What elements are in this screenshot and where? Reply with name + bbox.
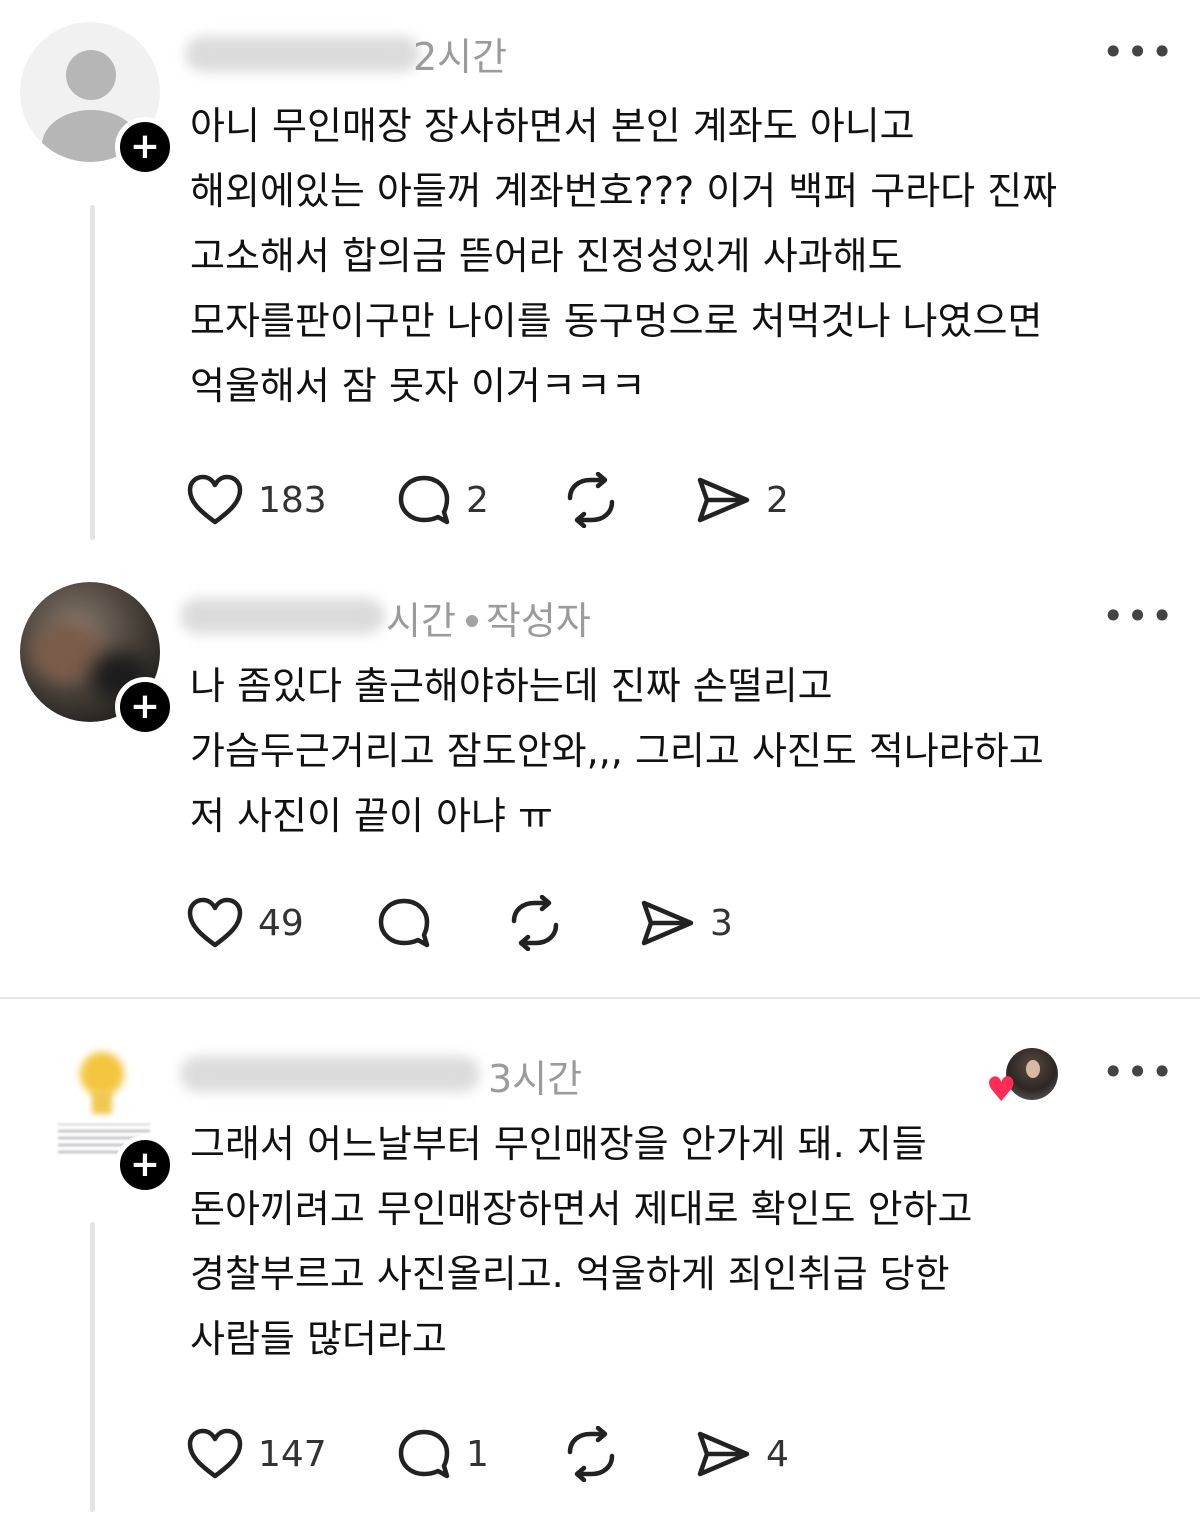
share-button[interactable]: 3	[638, 893, 733, 953]
lightbulb-illustration	[92, 1090, 112, 1114]
post-text-line: 돈아끼려고 무인매장하면서 제대로 확인도 안하고	[190, 1187, 973, 1231]
like-count: 147	[258, 1433, 327, 1475]
follow-plus-icon[interactable]: +	[115, 1135, 175, 1195]
share-count: 2	[766, 479, 789, 521]
username-blurred[interactable]	[185, 36, 420, 72]
post-text-line: 저 사진이 끝이 아냐 ㅠ	[190, 794, 553, 838]
post-text-line: 그래서 어느날부터 무인매장을 안가게 돼. 지들	[190, 1122, 927, 1166]
more-icon[interactable]: •••	[1102, 594, 1175, 638]
post-text: 그래서 어느날부터 무인매장을 안가게 돼. 지들 돈아끼려고 무인매장하면서 …	[190, 1112, 1190, 1372]
timestamp: 2시간	[413, 35, 508, 79]
author-avatar-container[interactable]: +	[20, 1040, 175, 1195]
repost-button[interactable]	[562, 470, 634, 530]
share-icon	[697, 477, 750, 523]
repost-button[interactable]	[562, 1424, 634, 1484]
post-text-line: 모자를판이구만 나이를 동구멍으로 처먹것나 나였으면	[190, 299, 1043, 343]
thread-line	[90, 1222, 95, 1512]
username-blurred[interactable]	[180, 1056, 480, 1092]
comment-icon	[398, 475, 450, 525]
timestamp: 3시간	[488, 1057, 583, 1101]
share-count: 3	[710, 902, 733, 944]
heart-icon	[187, 1428, 243, 1479]
reply-count: 1	[466, 1433, 489, 1475]
post-meta: 3시간	[488, 1048, 582, 1103]
post-text-line: 나 좀있다 출근해야하는데 진짜 손떨리고	[190, 664, 833, 708]
share-button[interactable]: 4	[694, 1424, 789, 1484]
comment-icon	[378, 898, 430, 948]
post-divider	[0, 997, 1200, 999]
liked-heart-icon: ♥	[986, 1070, 1017, 1110]
post-2: + 시간 작성자 ••• 나 좀있다 출근해야하는데 진짜 손떨리고 가슴두근거리…	[0, 560, 1200, 998]
share-icon	[697, 1431, 750, 1477]
post-text-line: 경찰부르고 사진올리고. 억울하게 죄인취급 당한	[190, 1252, 950, 1296]
repost-icon	[511, 895, 559, 951]
post-text-line: 고소해서 합의금 뜯어라 진정성있게 사과해도	[190, 234, 903, 278]
post-text: 아니 무인매장 장사하면서 본인 계좌도 아니고 해외에있는 아들꺼 계좌번호?…	[190, 94, 1190, 419]
repost-button[interactable]	[506, 893, 578, 953]
separator-dot	[465, 614, 478, 627]
reply-button[interactable]	[376, 893, 446, 953]
post-text-line: 가슴두근거리고 잠도안와,,, 그리고 사진도 적나라하고	[190, 729, 1044, 773]
default-avatar-head	[66, 50, 116, 100]
follow-plus-icon[interactable]: +	[115, 677, 175, 737]
author-avatar-container[interactable]: +	[20, 582, 175, 737]
comment-icon	[398, 1429, 450, 1479]
timestamp: 시간	[386, 599, 456, 643]
reply-button[interactable]: 1	[396, 1424, 489, 1484]
thread-line	[90, 205, 95, 540]
post-text-line: 억울해서 잠 못자 이거ㅋㅋㅋ	[190, 364, 646, 408]
share-count: 4	[766, 1433, 789, 1475]
post-meta: 시간 작성자	[386, 590, 591, 645]
author-tag: 작성자	[485, 599, 591, 643]
author-avatar-container[interactable]: +	[20, 22, 175, 177]
post-meta: 2시간	[413, 26, 507, 81]
more-icon[interactable]: •••	[1102, 30, 1175, 74]
avatar-photo-detail	[1026, 1060, 1040, 1078]
reply-count: 2	[466, 479, 489, 521]
heart-icon	[187, 897, 243, 948]
username-blurred[interactable]	[180, 598, 385, 634]
repost-icon	[567, 472, 615, 528]
like-button[interactable]: 183	[186, 470, 327, 530]
post-text-line: 사람들 많더라고	[190, 1317, 447, 1361]
post-1: + 2시간 ••• 아니 무인매장 장사하면서 본인 계좌도 아니고 해외에있는…	[0, 0, 1200, 560]
post-text-line: 해외에있는 아들꺼 계좌번호??? 이거 백퍼 구라다 진짜	[190, 169, 1058, 213]
more-icon[interactable]: •••	[1102, 1050, 1175, 1094]
like-button[interactable]: 147	[186, 1424, 327, 1484]
reply-button[interactable]: 2	[396, 470, 489, 530]
like-button[interactable]: 49	[186, 893, 304, 953]
post-text: 나 좀있다 출근해야하는데 진짜 손떨리고 가슴두근거리고 잠도안와,,, 그리…	[190, 654, 1190, 849]
share-icon	[641, 900, 694, 946]
repost-icon	[567, 1426, 615, 1482]
like-count: 183	[258, 479, 327, 521]
heart-icon	[187, 474, 243, 525]
follow-plus-icon[interactable]: +	[115, 117, 175, 177]
post-text-line: 아니 무인매장 장사하면서 본인 계좌도 아니고	[190, 104, 915, 148]
like-count: 49	[258, 902, 304, 944]
share-button[interactable]: 2	[694, 470, 789, 530]
post-3: + 3시간 ♥ ••• 그래서 어느날부터 무인매장을 안가게 돼. 지들 돈아…	[0, 1000, 1200, 1515]
